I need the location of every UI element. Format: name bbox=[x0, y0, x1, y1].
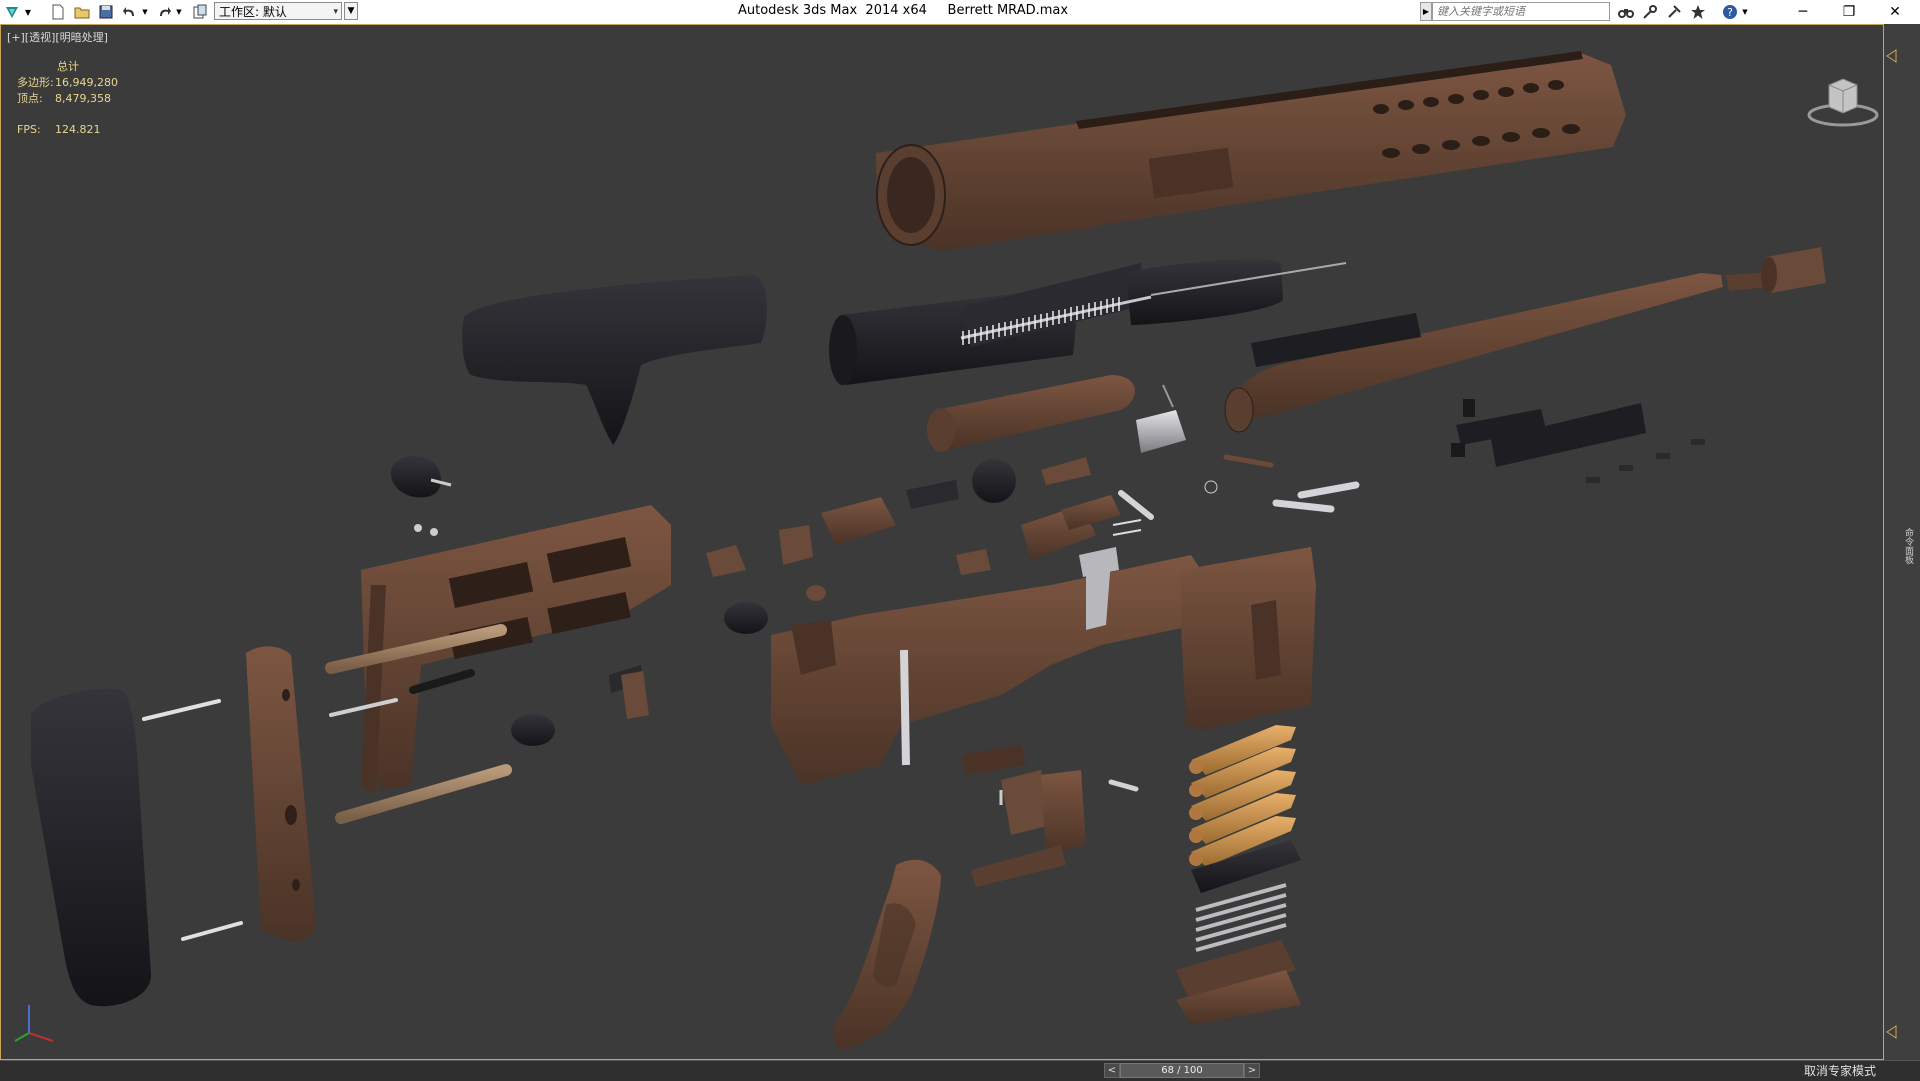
screws bbox=[1586, 439, 1705, 483]
barrel-extension bbox=[927, 375, 1135, 452]
open-file-icon[interactable] bbox=[72, 2, 92, 22]
verts-label: 顶点: bbox=[17, 92, 43, 105]
polys-value: 16,949,280 bbox=[55, 76, 118, 89]
save-icon[interactable] bbox=[96, 2, 116, 22]
viewport-statistics: 总计 多边形:16,949,280 顶点: 8,479,358 bbox=[17, 59, 118, 107]
app-menu-chevron-icon[interactable]: ▼ bbox=[22, 2, 34, 22]
expand-arrow-icon[interactable] bbox=[1884, 1024, 1898, 1040]
status-bar: < 68 / 100 > 取消专家模式 bbox=[0, 1060, 1920, 1081]
redo-icon[interactable] bbox=[154, 2, 174, 22]
cheek-rest bbox=[462, 275, 767, 445]
bolt-assembly bbox=[829, 259, 1347, 385]
help-dropdown-icon[interactable]: ▼ bbox=[1740, 2, 1750, 22]
key-icon[interactable] bbox=[1640, 2, 1660, 22]
bolt-head bbox=[1136, 384, 1186, 453]
title-bar: ▼ ▼ ▼ 工作区: 默认 ▾ ▼ Autodesk 3ds Max 2014 … bbox=[0, 0, 1920, 25]
steel-pins bbox=[142, 454, 1360, 941]
new-file-icon[interactable] bbox=[48, 2, 68, 22]
app-logo-icon[interactable] bbox=[2, 2, 22, 22]
viewport-label-menu[interactable]: [+][透视][明暗处理] bbox=[7, 29, 108, 45]
polys-label: 多边形: bbox=[17, 76, 54, 89]
restore-button[interactable]: ❐ bbox=[1826, 0, 1872, 24]
chevron-down-icon: ▾ bbox=[333, 7, 338, 17]
upper-receiver bbox=[876, 51, 1626, 251]
buttplate-spacer bbox=[246, 646, 316, 942]
butt-pad bbox=[31, 688, 151, 1007]
quick-access-dropdown[interactable]: ▼ bbox=[344, 2, 358, 20]
project-icon[interactable] bbox=[190, 2, 210, 22]
search-expand-icon[interactable]: ▶ bbox=[1420, 2, 1432, 21]
search-input[interactable] bbox=[1432, 2, 1610, 21]
svg-text:?: ? bbox=[1727, 6, 1733, 19]
command-panel-tab[interactable]: 命令面板 bbox=[1903, 528, 1915, 574]
cancel-expert-mode-button[interactable]: 取消专家模式 bbox=[1790, 1063, 1890, 1079]
lower-receiver bbox=[771, 555, 1211, 835]
time-prev-button[interactable]: < bbox=[1104, 1063, 1120, 1078]
magazine-parts bbox=[1176, 840, 1301, 1025]
fps-readout: FPS: 124.821 bbox=[17, 123, 101, 136]
undo-dropdown-icon[interactable]: ▼ bbox=[140, 2, 150, 22]
binoculars-icon[interactable] bbox=[1616, 2, 1636, 22]
axis-tripod-icon bbox=[14, 1005, 54, 1042]
minimize-button[interactable]: ─ bbox=[1780, 0, 1826, 24]
workspace-dropdown[interactable]: 工作区: 默认 ▾ bbox=[214, 2, 342, 20]
close-button[interactable]: ✕ bbox=[1872, 0, 1918, 24]
satellite-icon[interactable] bbox=[1664, 2, 1684, 22]
stats-header: 总计 bbox=[57, 60, 79, 73]
time-next-button[interactable]: > bbox=[1244, 1063, 1260, 1078]
verts-value: 8,479,358 bbox=[55, 92, 111, 105]
collapse-arrow-icon[interactable] bbox=[1884, 48, 1898, 64]
magazine-well bbox=[1181, 547, 1316, 730]
star-icon[interactable] bbox=[1688, 2, 1708, 22]
undo-icon[interactable] bbox=[120, 2, 140, 22]
time-slider[interactable]: 68 / 100 bbox=[1120, 1063, 1244, 1078]
exploded-rifle-scene bbox=[31, 51, 1826, 1050]
fps-label: FPS: bbox=[17, 123, 41, 136]
viewcube-icon[interactable] bbox=[1807, 63, 1879, 135]
perspective-viewport[interactable]: [+][透视][明暗处理] 总计 多边形:16,949,280 顶点: 8,479… bbox=[0, 24, 1884, 1060]
workspace-label: 工作区: 默认 bbox=[219, 5, 287, 19]
pistol-grip bbox=[833, 859, 941, 1050]
folding-knob bbox=[390, 455, 452, 498]
redo-dropdown-icon[interactable]: ▼ bbox=[174, 2, 184, 22]
help-icon[interactable]: ? bbox=[1720, 2, 1740, 22]
window-title: Autodesk 3ds Max 2014 x64 Berrett MRAD.m… bbox=[738, 3, 1069, 18]
fps-value: 124.821 bbox=[55, 123, 101, 136]
